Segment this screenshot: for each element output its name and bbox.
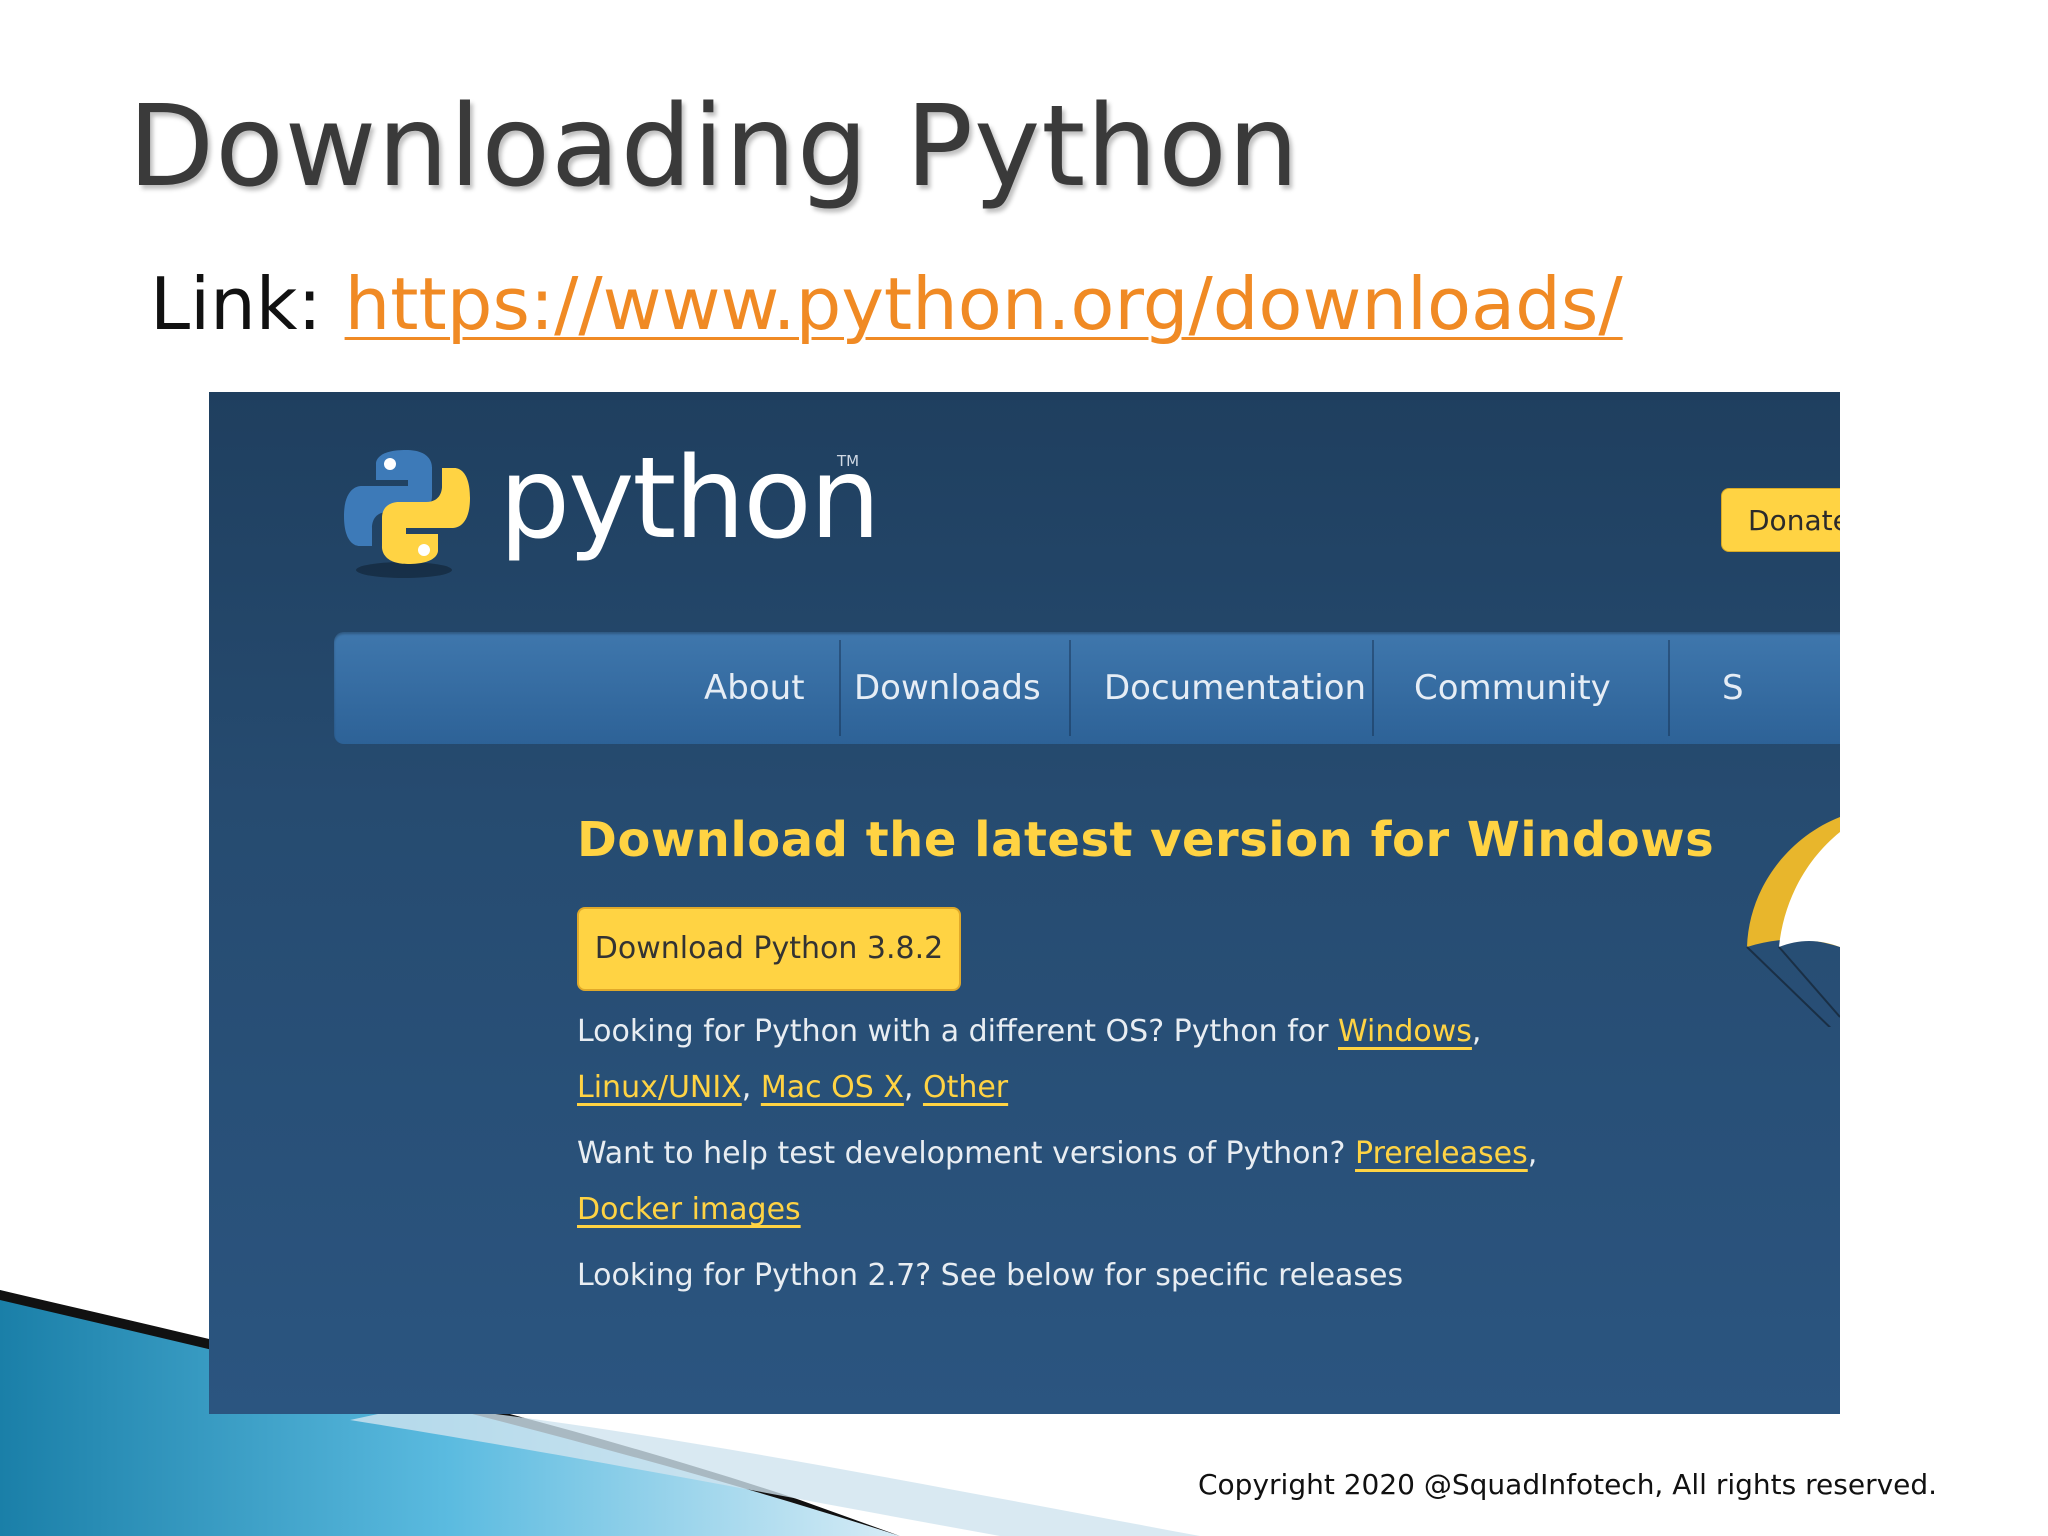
other-os-text: Looking for Python with a different OS? … xyxy=(577,1014,1482,1049)
main-navigation: About Downloads Documentation Community … xyxy=(334,632,1840,744)
docker-images-link[interactable]: Docker images xyxy=(577,1192,801,1227)
prereleases-link[interactable]: Prereleases xyxy=(1355,1136,1528,1171)
copyright-notice: Copyright 2020 @SquadInfotech, All right… xyxy=(1198,1468,1938,1501)
link-line: Link: https://www.python.org/downloads/ xyxy=(150,262,1623,346)
docker-line: Docker images xyxy=(577,1192,801,1227)
prerelease-text: Want to help test development versions o… xyxy=(577,1136,1538,1171)
nav-community[interactable]: Community xyxy=(1414,632,1611,744)
nav-downloads[interactable]: Downloads xyxy=(854,632,1041,744)
nav-documentation[interactable]: Documentation xyxy=(1104,632,1366,744)
python-logo-text: python xyxy=(499,434,881,564)
linux-unix-link[interactable]: Linux/UNIX xyxy=(577,1070,742,1105)
python-website-screenshot: python TM Donate About Downloads Documen… xyxy=(209,392,1840,1414)
python-logo-icon xyxy=(344,450,470,578)
nav-about[interactable]: About xyxy=(704,632,805,744)
other-os-links: Linux/UNIX, Mac OS X, Other xyxy=(577,1070,1009,1105)
windows-link[interactable]: Windows xyxy=(1338,1014,1472,1049)
link-label: Link: xyxy=(150,262,345,346)
nav-divider xyxy=(1069,640,1071,736)
donate-button[interactable]: Donate xyxy=(1721,488,1840,552)
python27-text: Looking for Python 2.7? See below for sp… xyxy=(577,1258,1404,1293)
nav-divider xyxy=(1668,640,1670,736)
nav-divider xyxy=(1372,640,1374,736)
mac-os-x-link[interactable]: Mac OS X xyxy=(761,1070,904,1105)
download-headline: Download the latest version for Windows xyxy=(577,812,1715,868)
slide-title: Downloading Python xyxy=(128,82,1300,212)
download-python-button[interactable]: Download Python 3.8.2 xyxy=(577,907,961,991)
prerelease-label: Want to help test development versions o… xyxy=(577,1136,1356,1171)
trademark-mark: TM xyxy=(837,452,860,470)
nav-divider xyxy=(839,640,841,736)
nav-success-stories[interactable]: S xyxy=(1722,632,1744,744)
parachute-illustration-icon xyxy=(1746,817,1840,1027)
python-downloads-link[interactable]: https://www.python.org/downloads/ xyxy=(345,262,1623,346)
other-os-link[interactable]: Other xyxy=(923,1070,1008,1105)
other-os-label: Looking for Python with a different OS? … xyxy=(577,1014,1338,1049)
